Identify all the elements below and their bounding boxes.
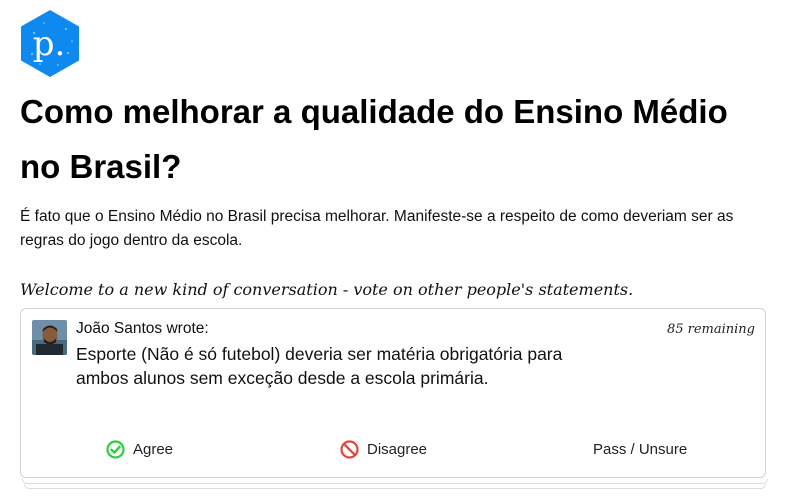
disagree-button[interactable]: Disagree [340,435,427,463]
welcome-message: Welcome to a new kind of conversation - … [20,280,634,299]
pass-label: Pass / Unsure [593,440,688,458]
polis-logo: p. [20,9,80,78]
agree-button[interactable]: Agree [106,435,173,463]
conversation-description: É fato que o Ensino Médio no Brasil prec… [20,208,734,249]
conversation-title: Como melhorar a qualidade do Ensino Médi… [20,93,728,185]
disagree-label: Disagree [367,440,428,458]
user-avatar-photo [32,320,67,355]
agree-label: Agree [133,440,174,458]
pass-button[interactable]: Pass / Unsure [593,435,687,463]
check-circle-icon [106,439,125,459]
logo-letter: p. [33,24,66,64]
ban-circle-icon [340,439,359,459]
remaining-count: 85 remaining [666,322,755,337]
statement-card: João Santos wrote: 85 remaining Esporte … [20,308,766,478]
statement-text: Esporte (Não é só futebol) deveria ser m… [76,344,563,388]
card-stack-edge [22,479,768,484]
card-stack-edge [24,484,766,489]
statement-author: João Santos wrote: [76,320,209,337]
avatar [32,320,67,355]
polis-logo-icon: p. [21,10,79,77]
